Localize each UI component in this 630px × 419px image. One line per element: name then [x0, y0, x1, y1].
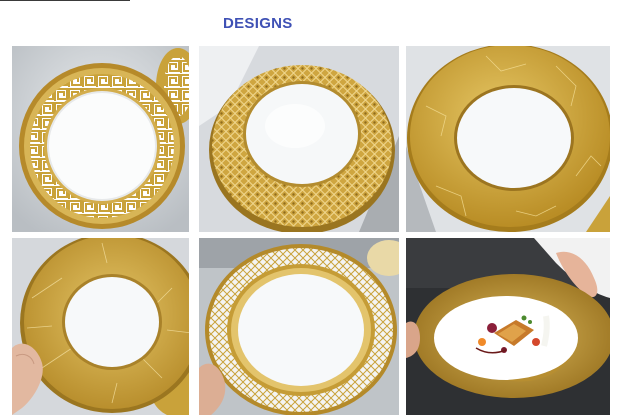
photo-lattice-plate: [199, 46, 399, 232]
plate-greek-key-icon: [12, 46, 189, 232]
photo-crackle-plate: [406, 46, 610, 232]
plate-white-lattice-icon: [199, 238, 399, 415]
plate-crackle-held-icon: [12, 238, 189, 415]
photo-white-lattice-plate: [199, 238, 399, 415]
plate-crackle-icon: [406, 46, 610, 232]
photo-greek-key-plate: [12, 46, 189, 232]
plated-food-icon: [406, 238, 610, 415]
page-title: DESIGNS: [223, 15, 293, 32]
photo-crackle-plate-held: [12, 238, 189, 415]
plate-lattice-icon: [199, 46, 399, 232]
photo-plated-food: [406, 238, 610, 415]
top-rule: [0, 0, 130, 1]
